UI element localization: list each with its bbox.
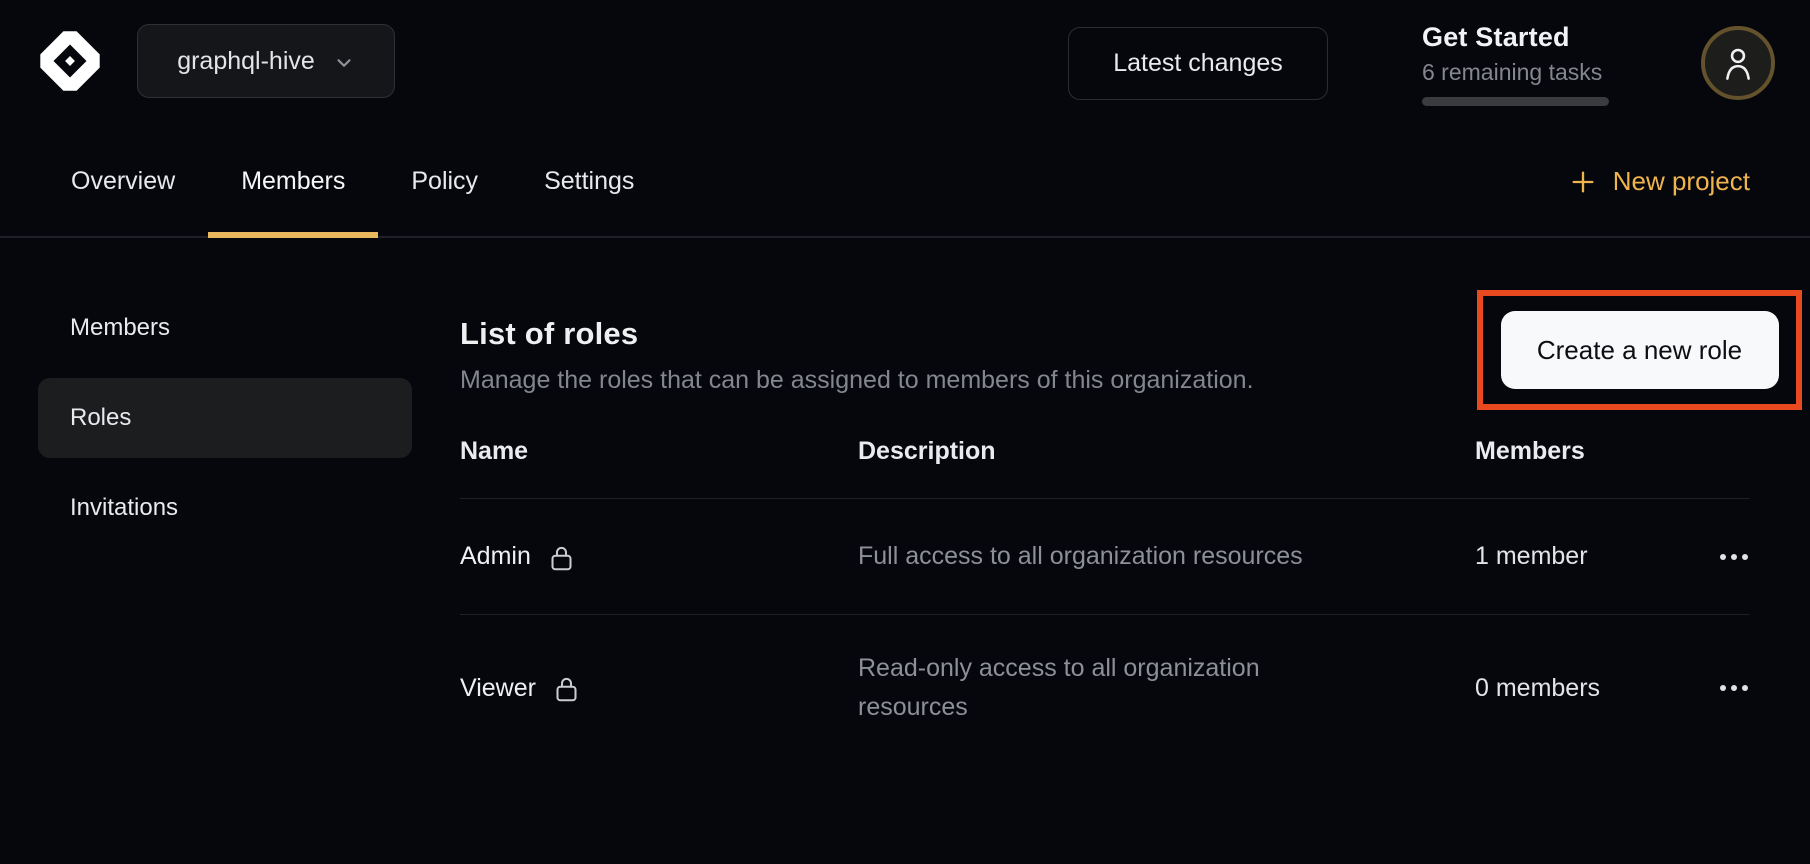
role-member-count: 0 members — [1475, 674, 1600, 702]
tab-settings[interactable]: Settings — [511, 127, 667, 236]
role-name: Admin — [460, 542, 531, 571]
row-menu-button[interactable] — [1718, 675, 1750, 701]
ellipsis-icon — [1720, 685, 1726, 691]
roles-panel: List of roles Manage the roles that can … — [460, 238, 1810, 862]
roles-table: Name Description Members Admin Full a — [460, 401, 1750, 761]
column-header-description: Description — [858, 437, 1475, 466]
get-started-subtitle: 6 remaining tasks — [1422, 59, 1622, 86]
get-started-progressbar — [1422, 97, 1609, 106]
sidebar-item-members[interactable]: Members — [38, 288, 412, 368]
hive-logo-icon[interactable] — [37, 28, 103, 94]
table-row-viewer: Viewer Read-only access to all organizat… — [460, 615, 1750, 761]
new-project-label: New project — [1613, 166, 1750, 197]
table-header-row: Name Description Members — [460, 401, 1750, 499]
user-avatar-button[interactable] — [1701, 26, 1775, 100]
top-bar: graphql-hive Latest changes Get Started … — [0, 0, 1810, 127]
org-tab-bar: Overview Members Policy Settings New pro… — [0, 127, 1810, 238]
tab-label: Members — [241, 167, 345, 196]
tab-label: Overview — [71, 167, 175, 196]
annotation-highlight: Create a new role — [1477, 290, 1802, 410]
row-menu-button[interactable] — [1718, 544, 1750, 570]
sidebar-item-invitations[interactable]: Invitations — [38, 468, 412, 548]
get-started-title: Get Started — [1422, 22, 1622, 53]
lock-icon — [553, 674, 580, 704]
new-project-button[interactable]: New project — [1569, 127, 1750, 236]
chevron-down-icon — [333, 52, 355, 74]
column-header-members: Members — [1475, 437, 1705, 466]
role-description: Full access to all organization resource… — [858, 537, 1358, 576]
tab-members[interactable]: Members — [208, 127, 378, 236]
column-header-name: Name — [460, 437, 858, 466]
hive-app: graphql-hive Latest changes Get Started … — [0, 0, 1810, 864]
sidebar-item-label: Invitations — [70, 494, 178, 522]
create-role-button[interactable]: Create a new role — [1501, 311, 1779, 389]
sidebar-item-label: Roles — [70, 404, 131, 432]
get-started-widget[interactable]: Get Started 6 remaining tasks — [1422, 22, 1622, 106]
role-member-count: 1 member — [1475, 542, 1588, 570]
latest-changes-button[interactable]: Latest changes — [1068, 27, 1328, 100]
role-name: Viewer — [460, 674, 536, 703]
tab-label: Policy — [411, 167, 478, 196]
content-area: Members Roles Invitations List of roles … — [0, 238, 1810, 862]
plus-icon — [1569, 168, 1597, 196]
active-tab-underline — [208, 232, 378, 238]
members-sidebar: Members Roles Invitations — [0, 238, 460, 862]
tab-label: Settings — [544, 167, 634, 196]
sidebar-item-label: Members — [70, 314, 170, 342]
role-description: Read-only access to all organization res… — [858, 649, 1358, 727]
tab-policy[interactable]: Policy — [378, 127, 511, 236]
sidebar-item-roles[interactable]: Roles — [38, 378, 412, 458]
tab-overview[interactable]: Overview — [38, 127, 208, 236]
org-switcher-dropdown[interactable]: graphql-hive — [137, 24, 395, 98]
person-icon — [1721, 44, 1755, 82]
table-row-admin: Admin Full access to all organization re… — [460, 499, 1750, 615]
org-name: graphql-hive — [177, 47, 315, 76]
lock-icon — [548, 543, 575, 573]
ellipsis-icon — [1720, 554, 1726, 560]
